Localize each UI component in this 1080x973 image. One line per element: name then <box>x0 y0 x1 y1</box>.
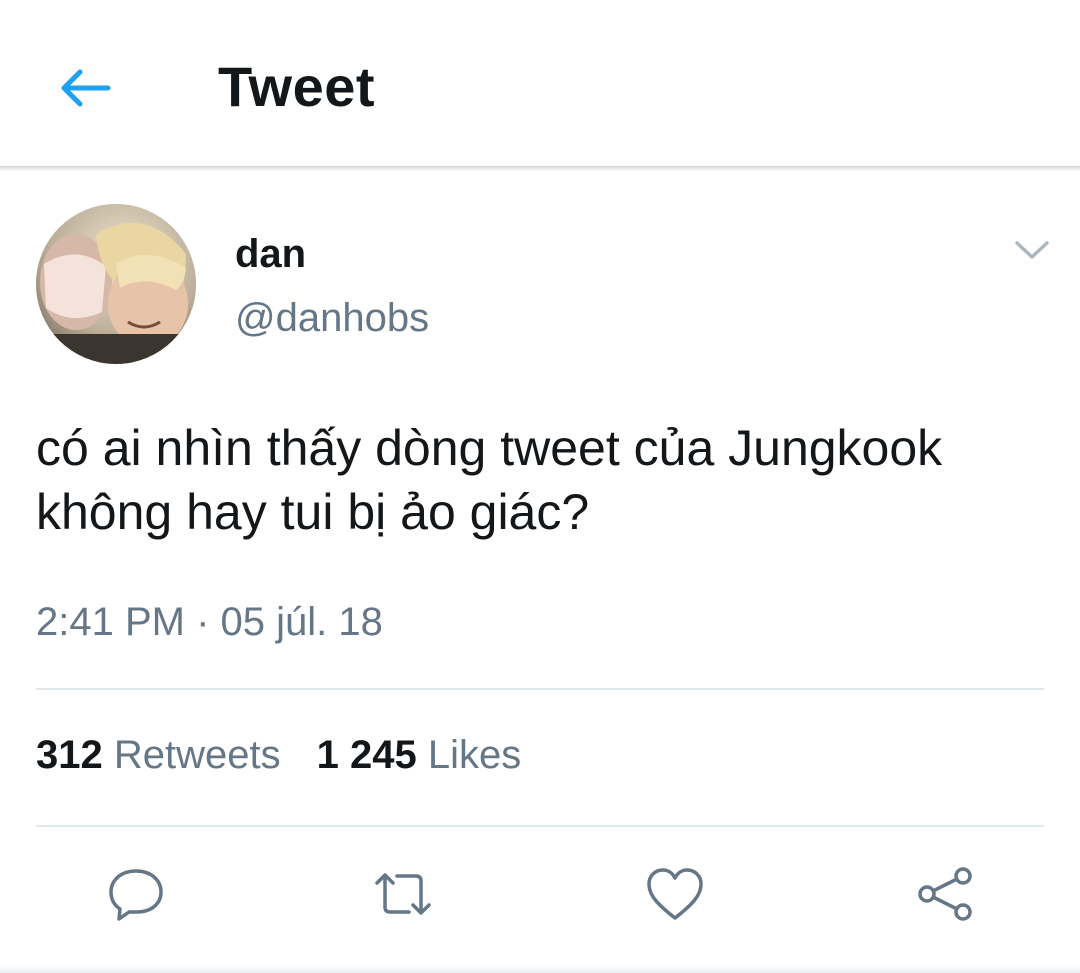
tweet-timestamp: 2:41 PM · 05 júl. 18 <box>36 600 383 644</box>
divider <box>36 825 1044 827</box>
page-title: Tweet <box>218 55 376 118</box>
retweets-label: Retweets <box>113 733 281 777</box>
retweet-icon <box>375 873 431 915</box>
tweet-stats: 312 Retweets 1 245 Likes <box>36 733 521 778</box>
likes-stat[interactable]: 1 245 Likes <box>317 733 522 778</box>
share-button[interactable] <box>913 862 977 926</box>
profile-photo <box>36 204 196 364</box>
back-button[interactable] <box>52 58 116 118</box>
author-display-name[interactable]: dan <box>235 232 306 277</box>
reply-button[interactable] <box>104 862 168 926</box>
retweets-stat[interactable]: 312 Retweets <box>36 733 281 778</box>
retweets-count: 312 <box>36 733 103 777</box>
divider <box>36 688 1044 690</box>
like-icon <box>647 868 703 920</box>
avatar[interactable] <box>36 204 196 364</box>
likes-count: 1 245 <box>316 733 417 777</box>
like-button[interactable] <box>643 862 707 926</box>
retweet-button[interactable] <box>371 862 435 926</box>
tweet-menu-button[interactable] <box>1010 232 1054 268</box>
share-icon <box>918 867 972 921</box>
arrow-left-icon <box>61 69 111 107</box>
likes-label: Likes <box>427 733 522 777</box>
tweet-text-line: có ai nhìn thấy dòng tweet của Jungkook <box>36 420 943 476</box>
tweet-text-line: không hay tui bị ảo giác? <box>36 484 590 540</box>
bottom-edge <box>0 965 1080 973</box>
author-handle[interactable]: @danhobs <box>235 296 429 341</box>
tweet-text: có ai nhìn thấy dòng tweet của Jungkook … <box>36 416 1066 544</box>
top-bar: Tweet <box>0 0 1080 166</box>
reply-icon <box>109 869 163 921</box>
chevron-down-icon <box>1015 241 1049 259</box>
header-divider <box>0 166 1080 172</box>
